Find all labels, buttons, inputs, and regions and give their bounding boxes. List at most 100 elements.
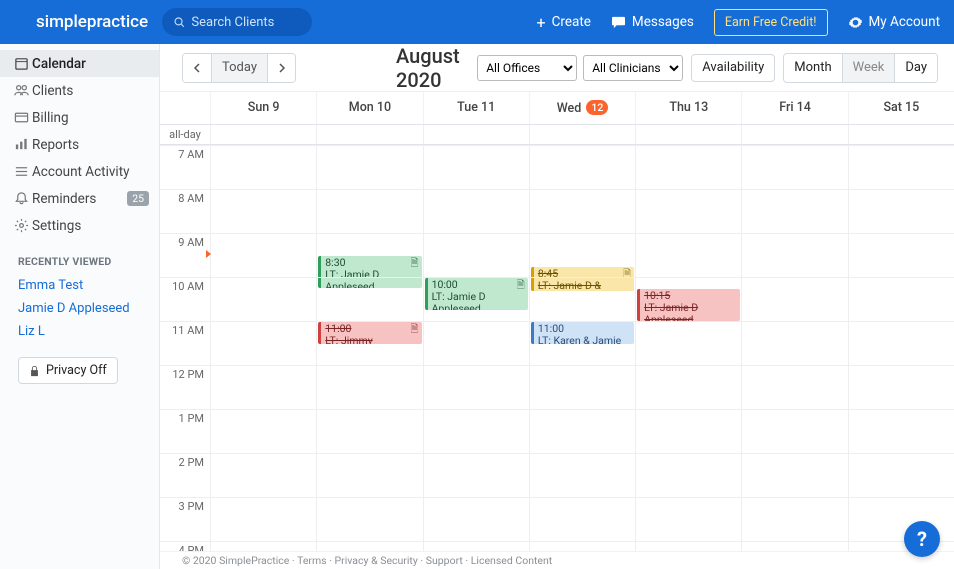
calendar-cell[interactable] (423, 541, 529, 551)
recent-item[interactable]: Emma Test (0, 274, 159, 297)
calendar-cell[interactable] (316, 409, 422, 453)
calendar-cell[interactable] (316, 541, 422, 551)
sidebar-item-account-activity[interactable]: Account Activity (0, 158, 159, 185)
privacy-toggle[interactable]: Privacy Off (18, 357, 118, 384)
footer-link[interactable]: Privacy & Security (335, 554, 418, 567)
view-week[interactable]: Week (842, 54, 895, 82)
calendar-cell[interactable] (848, 233, 954, 277)
next-button[interactable] (267, 54, 295, 82)
calendar-cell[interactable] (423, 233, 529, 277)
calendar-cell[interactable] (741, 409, 847, 453)
sidebar-item-clients[interactable]: Clients (0, 77, 159, 104)
sidebar-item-calendar[interactable]: Calendar (0, 50, 159, 77)
calendar-cell[interactable] (529, 409, 635, 453)
sidebar-item-settings[interactable]: Settings (0, 212, 159, 239)
calendar-cell[interactable]: 10:00LT: Jamie D Appleseed🗎 (423, 277, 529, 321)
calendar-cell[interactable] (635, 233, 741, 277)
search-box[interactable] (162, 8, 312, 36)
brand-logo[interactable]: simplepractice (14, 12, 148, 32)
calendar-cell[interactable] (529, 277, 635, 321)
calendar-cell[interactable] (210, 453, 316, 497)
view-day[interactable]: Day (894, 54, 937, 82)
my-account-button[interactable]: My Account (848, 14, 940, 30)
help-button[interactable]: ? (904, 521, 940, 557)
earn-credit-button[interactable]: Earn Free Credit! (714, 9, 828, 36)
calendar-cell[interactable]: 11:00LT: Karen & Jamie D (529, 321, 635, 365)
calendar-cell[interactable] (210, 277, 316, 321)
calendar-cell[interactable] (210, 233, 316, 277)
availability-button[interactable]: Availability (691, 54, 775, 82)
calendar-cell[interactable] (529, 497, 635, 541)
calendar-cell[interactable] (529, 453, 635, 497)
calendar-cell[interactable] (316, 277, 422, 321)
calendar-cell[interactable] (210, 497, 316, 541)
sidebar-item-reports[interactable]: Reports (0, 131, 159, 158)
calendar-cell[interactable] (741, 453, 847, 497)
clinician-select[interactable]: All Clinicians (583, 55, 683, 81)
calendar-cell[interactable] (741, 277, 847, 321)
calendar-cell[interactable] (316, 497, 422, 541)
calendar-cell[interactable] (848, 409, 954, 453)
calendar-cell[interactable] (316, 365, 422, 409)
calendar-cell[interactable] (316, 145, 422, 189)
search-input[interactable] (191, 15, 300, 30)
calendar-cell[interactable] (848, 145, 954, 189)
calendar-cell[interactable] (741, 321, 847, 365)
view-month[interactable]: Month (784, 54, 841, 82)
calendar-cell[interactable] (316, 453, 422, 497)
calendar-cell[interactable] (210, 541, 316, 551)
calendar-cell[interactable] (848, 189, 954, 233)
calendar-cell[interactable] (529, 145, 635, 189)
today-button[interactable]: Today (211, 54, 267, 82)
footer-link[interactable]: Licensed Content (471, 554, 552, 567)
calendar-cell[interactable]: 11:00LT: Jimmy Appleseed🗎 (316, 321, 422, 365)
calendar-cell[interactable] (423, 497, 529, 541)
calendar-cell[interactable] (423, 453, 529, 497)
calendar-cell[interactable]: 8:45LT: Jamie D & Johnny D🗎 (529, 233, 635, 277)
office-select[interactable]: All Offices (477, 55, 577, 81)
calendar-event[interactable]: 10:00LT: Jamie D Appleseed🗎 (425, 278, 528, 310)
calendar-cell[interactable] (635, 145, 741, 189)
calendar-cell[interactable] (741, 233, 847, 277)
messages-button[interactable]: Messages (611, 14, 694, 30)
calendar-cell[interactable] (210, 321, 316, 365)
calendar-cell[interactable] (848, 365, 954, 409)
calendar-cell[interactable] (741, 541, 847, 551)
calendar-cell[interactable] (848, 453, 954, 497)
recent-item[interactable]: Liz L (0, 320, 159, 343)
create-button[interactable]: +Create (537, 13, 591, 32)
calendar-cell[interactable] (529, 541, 635, 551)
calendar-cell[interactable] (423, 321, 529, 365)
recent-item[interactable]: Jamie D Appleseed (0, 297, 159, 320)
prev-button[interactable] (183, 54, 211, 82)
calendar-cell[interactable] (210, 365, 316, 409)
calendar-cell[interactable] (529, 189, 635, 233)
calendar-cell[interactable] (635, 541, 741, 551)
calendar-cell[interactable] (848, 277, 954, 321)
calendar-cell[interactable] (423, 409, 529, 453)
calendar-cell[interactable] (635, 409, 741, 453)
calendar-cell[interactable]: 10:15LT: Jamie D Appleseed (635, 277, 741, 321)
footer-link[interactable]: Terms (297, 554, 327, 567)
calendar-cell[interactable] (741, 497, 847, 541)
sidebar-item-reminders[interactable]: Reminders25 (0, 185, 159, 212)
calendar-cell[interactable] (635, 189, 741, 233)
footer-link[interactable]: Support (426, 554, 463, 567)
calendar-cell[interactable] (635, 321, 741, 365)
calendar-cell[interactable] (848, 321, 954, 365)
calendar-cell[interactable] (635, 453, 741, 497)
calendar-cell[interactable] (741, 145, 847, 189)
calendar-cell[interactable] (423, 365, 529, 409)
calendar-event[interactable]: 11:00LT: Karen & Jamie D (531, 322, 634, 344)
calendar-cell[interactable] (423, 145, 529, 189)
calendar-cell[interactable] (529, 365, 635, 409)
calendar-cell[interactable] (210, 189, 316, 233)
calendar-event[interactable]: 10:15LT: Jamie D Appleseed (637, 289, 740, 321)
calendar-cell[interactable] (210, 145, 316, 189)
calendar-cell[interactable] (210, 409, 316, 453)
calendar-cell[interactable] (741, 365, 847, 409)
calendar-cell[interactable] (635, 497, 741, 541)
calendar-cell[interactable] (635, 365, 741, 409)
calendar-cell[interactable] (423, 189, 529, 233)
calendar-cell[interactable]: 8:30LT: Jamie D Appleseed🗎 (316, 233, 422, 277)
